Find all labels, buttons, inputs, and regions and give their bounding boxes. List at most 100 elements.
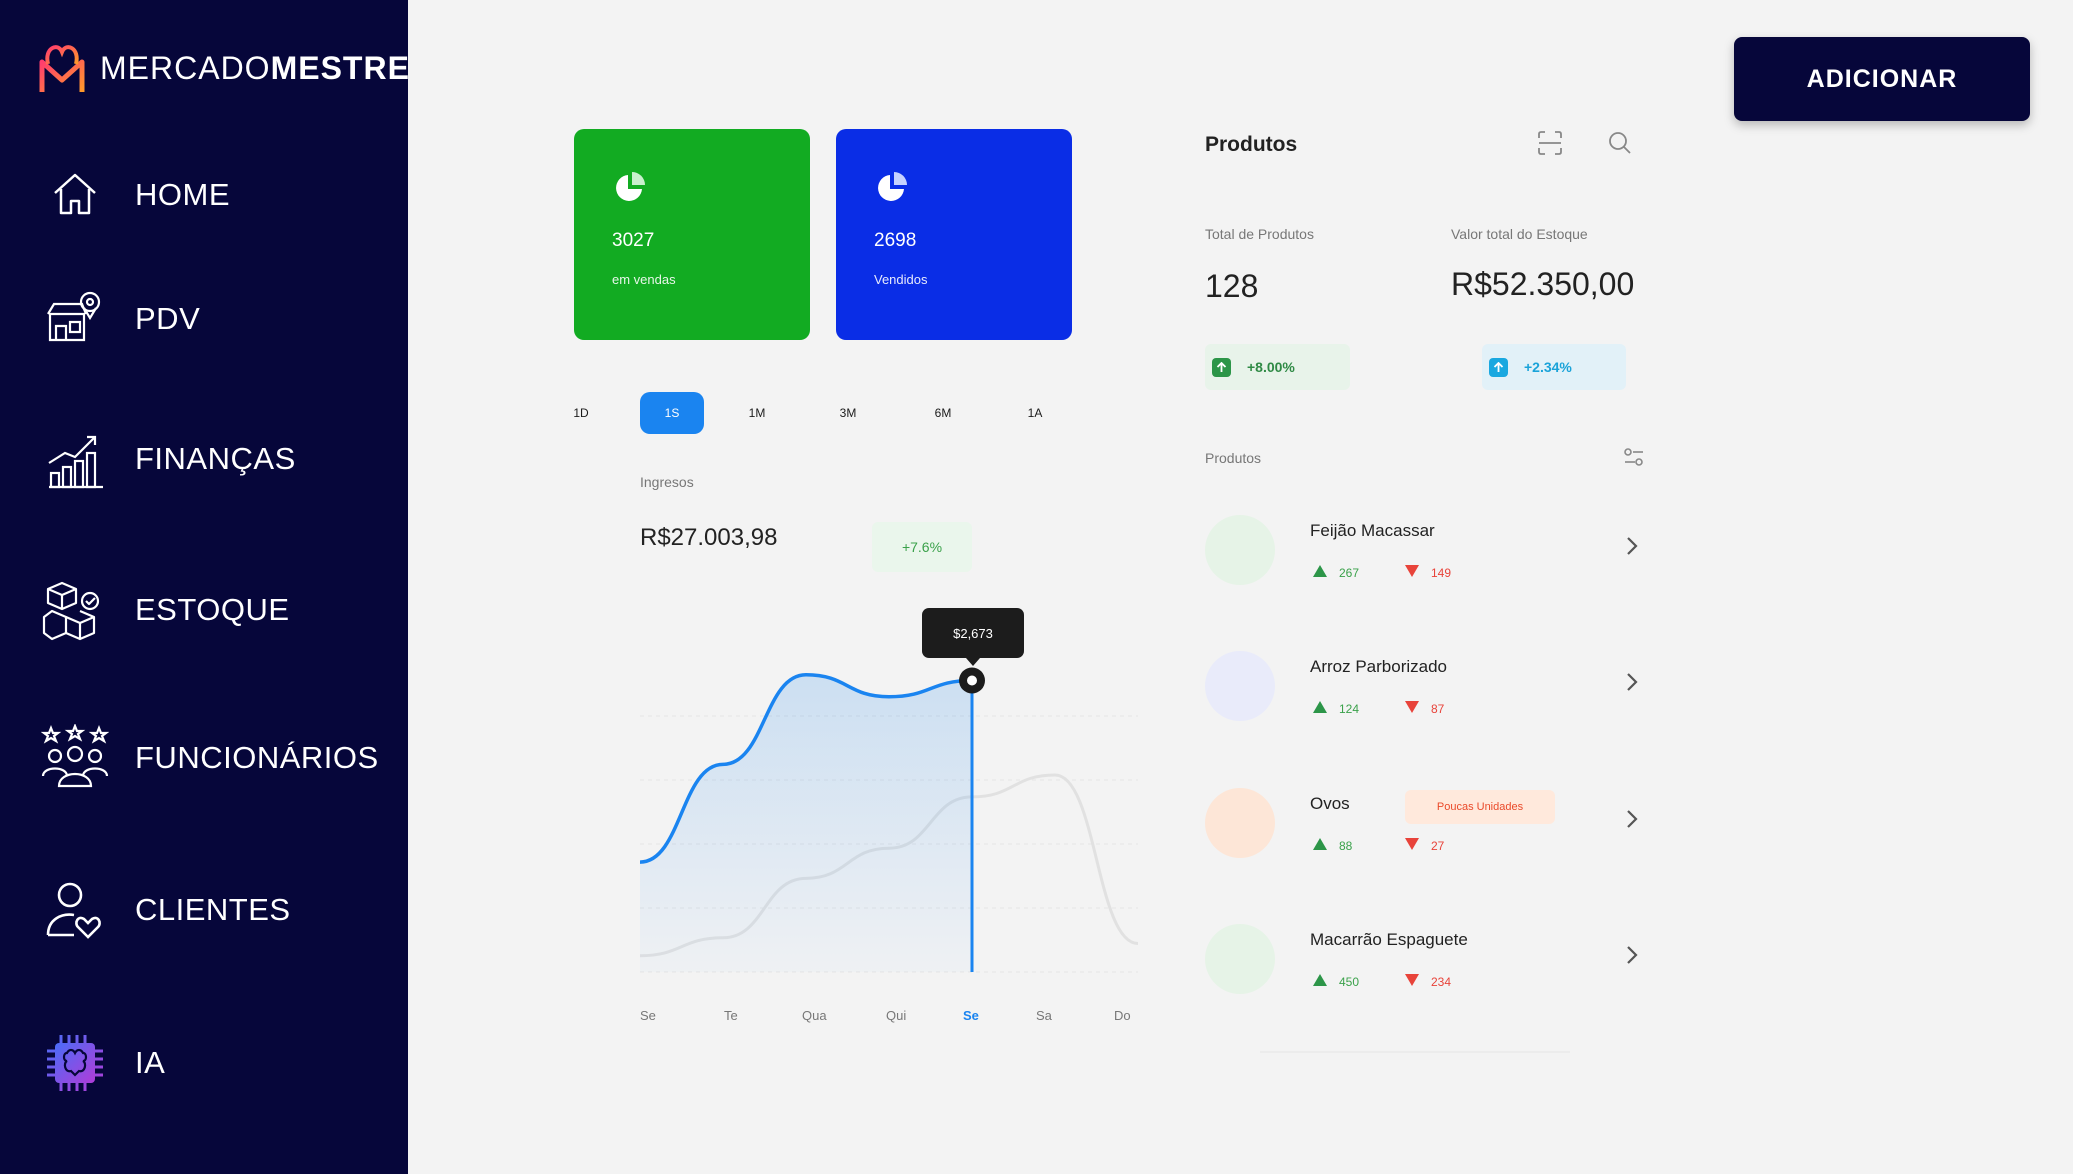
- low-stock-badge: Poucas Unidades: [1405, 790, 1555, 824]
- ingresos-change-badge: +7.6%: [872, 522, 972, 572]
- nav-label-home: HOME: [135, 177, 230, 212]
- employees-icon: [40, 723, 110, 793]
- ingresos-value: R$27.003,98: [640, 524, 778, 551]
- nav-item-clientes[interactable]: CLIENTES: [40, 875, 291, 945]
- nav-item-pdv[interactable]: PDV: [40, 284, 200, 354]
- sold-card[interactable]: 2698 Vendidos: [836, 129, 1072, 340]
- nav-item-funcionarios[interactable]: FUNCIONÁRIOS: [40, 723, 379, 793]
- nav-item-financas[interactable]: FINANÇAS: [40, 424, 296, 494]
- stock-value-trend: +2.34%: [1482, 344, 1626, 390]
- nav-item-home[interactable]: HOME: [40, 160, 230, 230]
- nav-item-ia[interactable]: IA: [40, 1028, 165, 1098]
- stock-value-change: +2.34%: [1524, 359, 1572, 375]
- product-avatar: [1205, 788, 1275, 858]
- product-down-count: 149: [1405, 565, 1451, 580]
- product-name: Feijão Macassar: [1310, 521, 1435, 540]
- product-up-count: 88: [1313, 838, 1352, 853]
- sales-value: 3027: [612, 230, 655, 251]
- tab-1s[interactable]: 1S: [640, 392, 704, 434]
- product-name: Ovos: [1310, 794, 1350, 813]
- chevron-right-icon[interactable]: [1625, 808, 1639, 830]
- pie-chart-icon: [616, 172, 645, 201]
- highlight-point-center: [967, 675, 977, 686]
- triangle-up-icon: [1313, 565, 1327, 580]
- product-down-count: 87: [1405, 701, 1444, 716]
- brand-name-light: MERCADO: [100, 49, 271, 86]
- nav-label-ia: IA: [135, 1045, 166, 1080]
- product-down-count: 27: [1405, 838, 1444, 853]
- triangle-down-icon: [1405, 701, 1419, 716]
- brand-name-bold: MESTRE: [270, 49, 410, 86]
- products-title: Produtos: [1205, 133, 1298, 156]
- logo-icon: [39, 45, 85, 92]
- tab-1d[interactable]: 1D: [566, 392, 596, 434]
- filter-settings-icon[interactable]: [1620, 444, 1648, 472]
- brand-logo[interactable]: MERCADOMESTRE: [38, 40, 410, 96]
- product-up-count: 450: [1313, 974, 1359, 989]
- triangle-down-icon: [1405, 565, 1419, 580]
- product-row[interactable]: Macarrão Espaguete 450 234: [1205, 924, 1655, 1024]
- sales-label: em vendas: [612, 272, 676, 287]
- product-name: Arroz Parborizado: [1310, 657, 1448, 676]
- nav-label-funcionarios: FUNCIONÁRIOS: [135, 740, 379, 775]
- income-line-chart[interactable]: [620, 600, 1150, 1000]
- arrow-up-icon: [1489, 357, 1508, 377]
- products-list-label: Produtos: [1205, 450, 1262, 466]
- search-icon[interactable]: [1602, 125, 1638, 161]
- total-products-value: 128: [1205, 268, 1259, 304]
- total-products-label: Total de Produtos: [1205, 226, 1314, 242]
- add-button[interactable]: ADICIONAR: [1734, 37, 2030, 121]
- product-row[interactable]: Arroz Parborizado 124 87: [1205, 651, 1655, 751]
- sold-value: 2698: [874, 230, 917, 251]
- list-divider: [1260, 1051, 1570, 1053]
- triangle-down-icon: [1405, 838, 1419, 853]
- product-row[interactable]: Feijão Macassar 267 149: [1205, 515, 1655, 615]
- stock-value: R$52.350,00: [1451, 266, 1635, 302]
- store-pin-icon: [40, 284, 110, 354]
- x-tick-label: Te: [724, 1008, 738, 1023]
- chart-tooltip: $2,673: [922, 608, 1024, 666]
- triangle-up-icon: [1313, 974, 1327, 989]
- total-products-trend: +8.00%: [1205, 344, 1350, 390]
- tab-1a[interactable]: 1A: [1020, 392, 1050, 434]
- x-tick-label: Se: [640, 1008, 656, 1023]
- triangle-up-icon: [1313, 838, 1327, 853]
- series-area: [640, 674, 972, 972]
- x-tick-label: Qua: [802, 1008, 827, 1023]
- chevron-right-icon[interactable]: [1625, 944, 1639, 966]
- total-products-change: +8.00%: [1247, 359, 1295, 375]
- product-row[interactable]: Ovos Poucas Unidades 88 27: [1205, 788, 1655, 888]
- product-up-count: 267: [1313, 565, 1359, 580]
- chevron-right-icon[interactable]: [1625, 671, 1639, 693]
- nav-item-estoque[interactable]: ESTOQUE: [40, 575, 290, 645]
- x-tick-label: Qui: [886, 1008, 907, 1023]
- product-avatar: [1205, 651, 1275, 721]
- ingresos-label: Ingresos: [640, 474, 694, 490]
- tab-1m[interactable]: 1M: [742, 392, 772, 434]
- stock-value-label: Valor total do Estoque: [1451, 226, 1588, 242]
- scan-icon[interactable]: [1532, 125, 1568, 161]
- nav-label-financas: FINANÇAS: [135, 441, 296, 476]
- product-avatar: [1205, 515, 1275, 585]
- nav-label-pdv: PDV: [135, 301, 201, 336]
- x-tick-label: Sa: [1036, 1008, 1052, 1023]
- arrow-up-icon: [1212, 357, 1231, 377]
- pie-chart-icon: [878, 172, 907, 201]
- x-tick-label: Do: [1114, 1008, 1131, 1023]
- triangle-up-icon: [1313, 701, 1327, 716]
- sold-label: Vendidos: [874, 272, 928, 287]
- sales-card[interactable]: 3027 em vendas: [574, 129, 810, 340]
- client-heart-icon: [40, 875, 110, 945]
- tab-3m[interactable]: 3M: [832, 392, 864, 434]
- home-icon: [40, 160, 110, 230]
- product-down-count: 234: [1405, 974, 1451, 989]
- triangle-down-icon: [1405, 974, 1419, 989]
- nav-label-estoque: ESTOQUE: [135, 592, 290, 627]
- x-tick-label-active[interactable]: Se: [963, 1008, 979, 1023]
- ai-chip-icon: [40, 1028, 110, 1098]
- boxes-icon: [40, 575, 110, 645]
- tab-6m[interactable]: 6M: [926, 392, 960, 434]
- sidebar: MERCADOMESTRE HOME PDV FINANÇAS ESTOQUE …: [0, 0, 410, 1174]
- chevron-right-icon[interactable]: [1625, 535, 1639, 557]
- product-name: Macarrão Espaguete: [1310, 930, 1468, 949]
